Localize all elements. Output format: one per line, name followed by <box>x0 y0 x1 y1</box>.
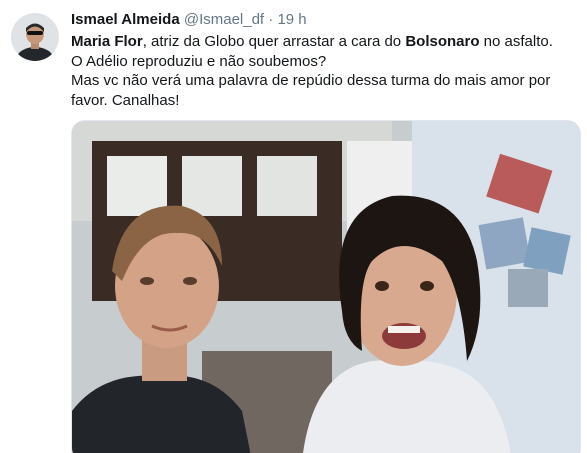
author-name[interactable]: Ismael Almeida <box>71 11 180 28</box>
separator-dot: · <box>268 11 274 28</box>
author-avatar[interactable] <box>11 13 59 61</box>
video-frame <box>72 121 580 453</box>
tweet-text-segment: , atriz da Globo quer arrastar a cara do <box>142 33 406 50</box>
author-handle[interactable]: @Ismael_df <box>184 11 264 28</box>
tweet-text-line-2: O Adélio reproduziu e não soubemos? <box>71 52 327 70</box>
avatar-image <box>11 13 59 61</box>
tweet-media-video[interactable] <box>71 120 581 453</box>
tweet-text-line-1: Maria Flor, atriz da Globo quer arrastar… <box>71 32 581 52</box>
tweet-timestamp[interactable]: 19 h <box>277 11 306 28</box>
tweet-body: Ismael Almeida @Ismael_df · 19 h Maria F… <box>71 10 581 110</box>
mention-maria-flor: Maria Flor <box>71 33 143 50</box>
tweet-text-line-3: Mas vc não verá uma palavra de repúdio d… <box>71 72 551 89</box>
mention-bolsonaro: Bolsonaro <box>405 33 480 50</box>
tweet-text-segment: no asfalto. <box>479 33 553 50</box>
tweet-text: Maria Flor, atriz da Globo quer arrastar… <box>71 32 581 110</box>
tweet[interactable]: Ismael Almeida @Ismael_df · 19 h Maria F… <box>0 0 587 453</box>
tweet-header: Ismael Almeida @Ismael_df · 19 h <box>71 10 581 30</box>
tweet-text-line-4: favor. Canalhas! <box>71 91 180 109</box>
